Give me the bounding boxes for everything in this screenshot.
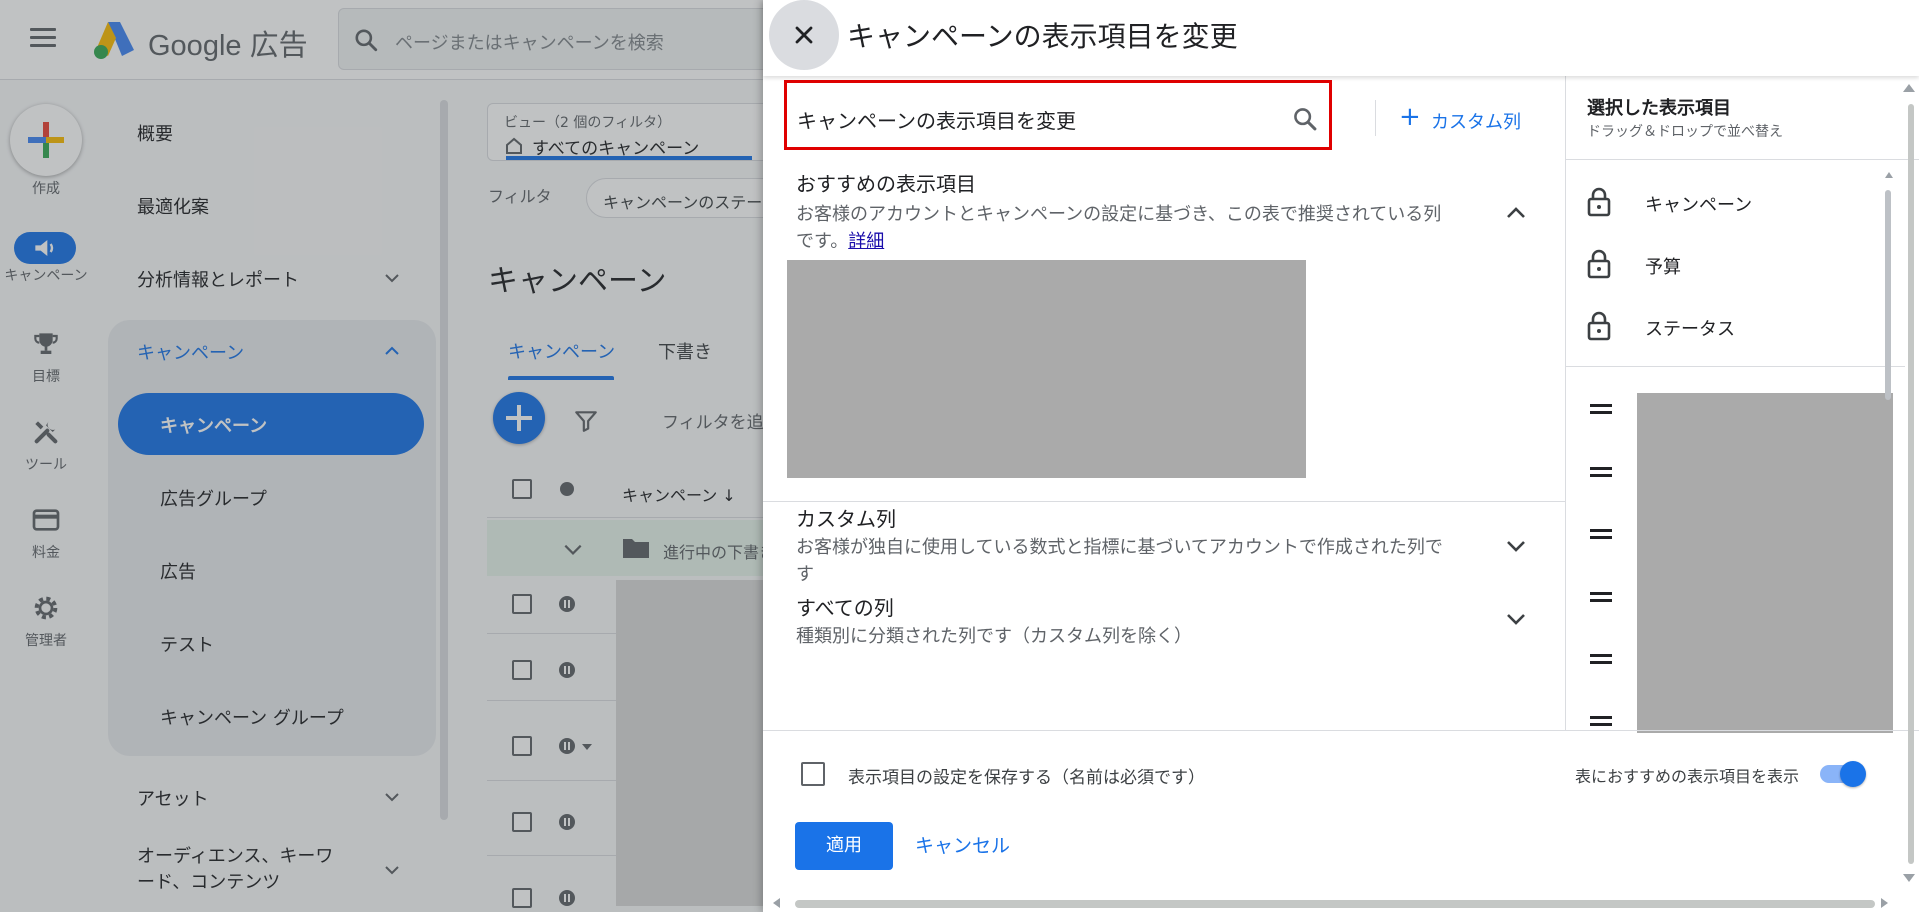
section-recommended-title[interactable]: おすすめの表示項目 bbox=[796, 168, 976, 197]
column-search-input[interactable]: キャンペーンの表示項目を変更 bbox=[784, 80, 1332, 150]
selected-columns-subtitle: ドラッグ＆ドロップで並べ替え bbox=[1587, 124, 1783, 140]
modal-scrim[interactable] bbox=[0, 0, 763, 912]
drag-handle-icon[interactable] bbox=[1590, 716, 1612, 726]
lock-icon bbox=[1587, 311, 1611, 341]
redacted-recommended-columns bbox=[787, 260, 1306, 478]
close-button[interactable] bbox=[769, 0, 839, 70]
scroll-down-arrow-icon[interactable] bbox=[1903, 874, 1915, 882]
section-custom-desc: お客様が独自に使用している数式と指標に基づいてアカウントで作成された列です bbox=[796, 537, 1443, 585]
apply-button[interactable]: 適用 bbox=[795, 822, 893, 870]
chevron-down-icon[interactable] bbox=[1503, 533, 1529, 559]
show-recommended-label: 表におすすめの表示項目を表示 bbox=[1575, 767, 1800, 786]
scroll-up-arrow-icon[interactable] bbox=[1885, 172, 1893, 178]
scroll-right-arrow-icon[interactable] bbox=[1881, 898, 1888, 908]
selected-columns-divider bbox=[1565, 159, 1919, 160]
show-recommended-toggle[interactable] bbox=[1818, 760, 1866, 788]
plus-icon: + bbox=[1399, 102, 1421, 132]
section-custom-title[interactable]: カスタム列 bbox=[796, 503, 896, 532]
scroll-up-arrow-icon[interactable] bbox=[1903, 84, 1915, 92]
drag-handle-icon[interactable] bbox=[1590, 529, 1612, 539]
custom-column-button-label: カスタム列 bbox=[1431, 112, 1521, 133]
search-icon[interactable] bbox=[1291, 105, 1319, 133]
panel-title: キャンペーンの表示項目を変更 bbox=[847, 20, 1238, 53]
save-columns-label: 表示項目の設定を保存する（名前は必須です） bbox=[848, 768, 1205, 788]
locked-column-label: ステータス bbox=[1645, 319, 1735, 340]
column-divider bbox=[1565, 76, 1566, 730]
save-columns-checkbox[interactable] bbox=[801, 762, 825, 786]
footer-divider bbox=[763, 730, 1919, 731]
close-icon bbox=[795, 26, 813, 44]
drag-handle-icon[interactable] bbox=[1590, 654, 1612, 664]
scroll-left-arrow-icon[interactable] bbox=[773, 898, 780, 908]
locked-column-label: 予算 bbox=[1645, 257, 1681, 278]
section-divider bbox=[763, 501, 1565, 502]
section-recommended-desc: お客様のアカウントとキャンペーンの設定に基づき、この表で推奨されている列です。詳… bbox=[796, 201, 1456, 255]
drag-handle-icon[interactable] bbox=[1590, 592, 1612, 602]
chevron-up-icon[interactable] bbox=[1503, 200, 1529, 226]
section-recommended-desc-text: お客様のアカウントとキャンペーンの設定に基づき、この表で推奨されている列です。 bbox=[796, 204, 1442, 252]
drag-handle-icon[interactable] bbox=[1590, 467, 1612, 477]
panel-vertical-scrollbar[interactable] bbox=[1903, 78, 1919, 890]
selected-columns-scrollbar[interactable] bbox=[1885, 190, 1891, 400]
chevron-down-icon[interactable] bbox=[1503, 606, 1529, 632]
section-all-desc: 種類別に分類された列です（カスタム列を除く） bbox=[796, 626, 1192, 647]
toolbar-separator bbox=[1375, 100, 1376, 136]
column-search-value: キャンペーンの表示項目を変更 bbox=[797, 109, 1076, 133]
panel-header: キャンペーンの表示項目を変更 bbox=[763, 0, 1919, 76]
locked-column-label: キャンペーン bbox=[1645, 195, 1753, 216]
cancel-button[interactable]: キャンセル bbox=[915, 822, 1010, 870]
section-all-title[interactable]: すべての列 bbox=[796, 592, 894, 621]
lock-icon bbox=[1587, 187, 1611, 217]
redacted-selected-columns bbox=[1637, 393, 1893, 733]
edit-columns-panel: キャンペーンの表示項目を変更 キャンペーンの表示項目を変更 + カスタム列 おす… bbox=[763, 0, 1919, 912]
selected-columns-title: 選択した表示項目 bbox=[1587, 98, 1731, 119]
learn-more-link[interactable]: 詳細 bbox=[848, 231, 884, 252]
lock-icon bbox=[1587, 249, 1611, 279]
panel-horizontal-scrollbar[interactable] bbox=[791, 896, 1891, 910]
drag-handle-icon[interactable] bbox=[1590, 404, 1612, 414]
locked-columns-divider bbox=[1565, 366, 1905, 367]
